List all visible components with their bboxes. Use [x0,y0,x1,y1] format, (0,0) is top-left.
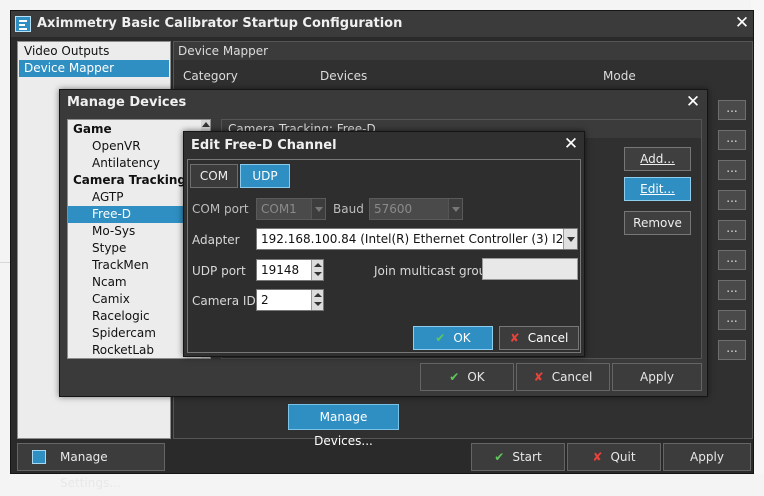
add-label: Add... [640,152,675,166]
edit-channel-button[interactable]: Edit... [624,177,691,201]
row-options-button[interactable]: ... [718,280,746,300]
x-icon: ✘ [592,450,603,464]
x-icon: ✘ [533,370,544,384]
manage-cancel-button[interactable]: ✘ Cancel [516,363,610,391]
devices-column-label: Devices [320,69,368,83]
spinner-arrows-icon[interactable] [311,290,323,310]
spinner-arrows-icon[interactable] [311,260,323,280]
multicast-label: Join multicast group [374,264,494,278]
edit-cancel-label: Cancel [527,331,569,345]
list-item-agtp[interactable]: AGTP [68,189,200,206]
row-options-button[interactable]: ... [718,130,746,150]
multicast-input[interactable] [482,258,578,280]
com-port-select: COM1 [256,198,326,220]
tab-com[interactable]: COM [190,164,238,188]
sidebar-item-video-outputs[interactable]: Video Outputs [19,43,169,60]
row-options-button[interactable]: ... [718,310,746,330]
list-item-racelogic[interactable]: Racelogic [68,308,200,325]
chevron-down-icon [311,199,325,219]
list-category-game: Game [73,122,112,136]
adapter-select[interactable]: 192.168.100.84 (Intel(R) Ethernet Contro… [256,228,578,250]
settings-stack-icon [32,450,46,464]
udp-port-label: UDP port [192,264,246,278]
camera-id-label: Camera ID [192,294,256,308]
remove-channel-button[interactable]: Remove [624,211,691,235]
baud-select: 57600 [369,198,463,220]
list-item-stype[interactable]: Stype [68,240,200,257]
list-item-ncam[interactable]: Ncam [68,274,200,291]
list-item-free-d[interactable]: Free-D [68,206,200,223]
sidebar-item-device-mapper[interactable]: Device Mapper [19,60,169,77]
camera-id-stepper[interactable]: 2 [256,289,324,311]
chevron-down-icon [448,199,462,219]
chevron-down-icon[interactable] [563,229,577,249]
tab-udp[interactable]: UDP [240,164,290,188]
window-close-icon[interactable]: ✕ [731,13,753,35]
title-bar: Aximmetry Basic Calibrator Startup Confi… [11,11,753,37]
camera-id-value: 2 [261,293,269,307]
list-item-rocketlab[interactable]: RocketLab [68,342,200,358]
row-options-button[interactable]: ... [718,190,746,210]
list-item-spidercam[interactable]: Spidercam [68,325,200,342]
check-icon: ✔ [449,370,460,384]
edit-label: Edit... [640,182,675,196]
manage-devices-title: Manage Devices [67,95,187,110]
row-options-button[interactable]: ... [718,100,746,120]
edit-channel-form: COM UDP COM port COM1 Baud 57600 Adapter… [187,159,581,353]
manage-settings-label: Manage Settings... [60,450,121,490]
com-port-label: COM port [192,202,249,216]
list-item-mo-sys[interactable]: Mo-Sys [68,223,200,240]
row-options-button[interactable]: ... [718,250,746,270]
apply-button[interactable]: Apply [663,443,751,471]
add-channel-button[interactable]: Add... [624,147,691,171]
category-column-label: Category [183,69,238,83]
ok-label: OK [467,370,485,384]
udp-port-stepper[interactable]: 19148 [256,259,324,281]
manage-devices-close-icon[interactable]: ✕ [682,92,704,114]
row-options-button[interactable]: ... [718,220,746,240]
edit-channel-close-icon[interactable]: ✕ [560,134,582,156]
check-icon: ✔ [435,331,446,345]
quit-label: Quit [610,450,636,464]
scroll-up-icon[interactable] [202,122,210,127]
row-options-button[interactable]: ... [718,340,746,360]
manage-apply-button[interactable]: Apply [612,363,702,391]
baud-value: 57600 [374,202,413,216]
app-icon [15,16,31,32]
adapter-label: Adapter [192,233,240,247]
start-label: Start [512,450,542,464]
edit-ok-button[interactable]: ✔ OK [413,326,493,350]
list-item-camix[interactable]: Camix [68,291,200,308]
adapter-value: 192.168.100.84 (Intel(R) Ethernet Contro… [261,232,578,246]
com-port-value: COM1 [261,202,297,216]
cancel-label: Cancel [551,370,593,384]
mode-column-label: Mode [603,69,636,83]
list-item-antilatency[interactable]: Antilatency [68,155,200,172]
window-title: Aximmetry Basic Calibrator Startup Confi… [37,16,403,31]
edit-channel-dialog: Edit Free-D Channel ✕ COM UDP COM port C… [183,131,585,357]
start-button[interactable]: ✔ Start [471,443,565,471]
check-icon: ✔ [494,450,505,464]
udp-port-value: 19148 [261,263,300,277]
list-item-trackmen[interactable]: TrackMen [68,257,200,274]
list-category-camera-tracking: Camera Tracking [73,173,186,187]
edit-channel-title: Edit Free-D Channel [191,138,337,153]
manage-ok-button[interactable]: ✔ OK [420,363,514,391]
manage-settings-button[interactable]: Manage Settings... [17,443,165,490]
edit-ok-label: OK [453,331,471,345]
manage-devices-button[interactable]: Manage Devices... [288,404,399,448]
edit-cancel-button[interactable]: ✘ Cancel [499,326,579,350]
device-mapper-header: Device Mapper [174,42,752,60]
quit-button[interactable]: ✘ Quit [567,443,661,471]
list-item-openvr[interactable]: OpenVR [68,138,200,155]
baud-label: Baud [333,202,364,216]
row-options-button[interactable]: ... [718,160,746,180]
x-icon: ✘ [509,331,520,345]
